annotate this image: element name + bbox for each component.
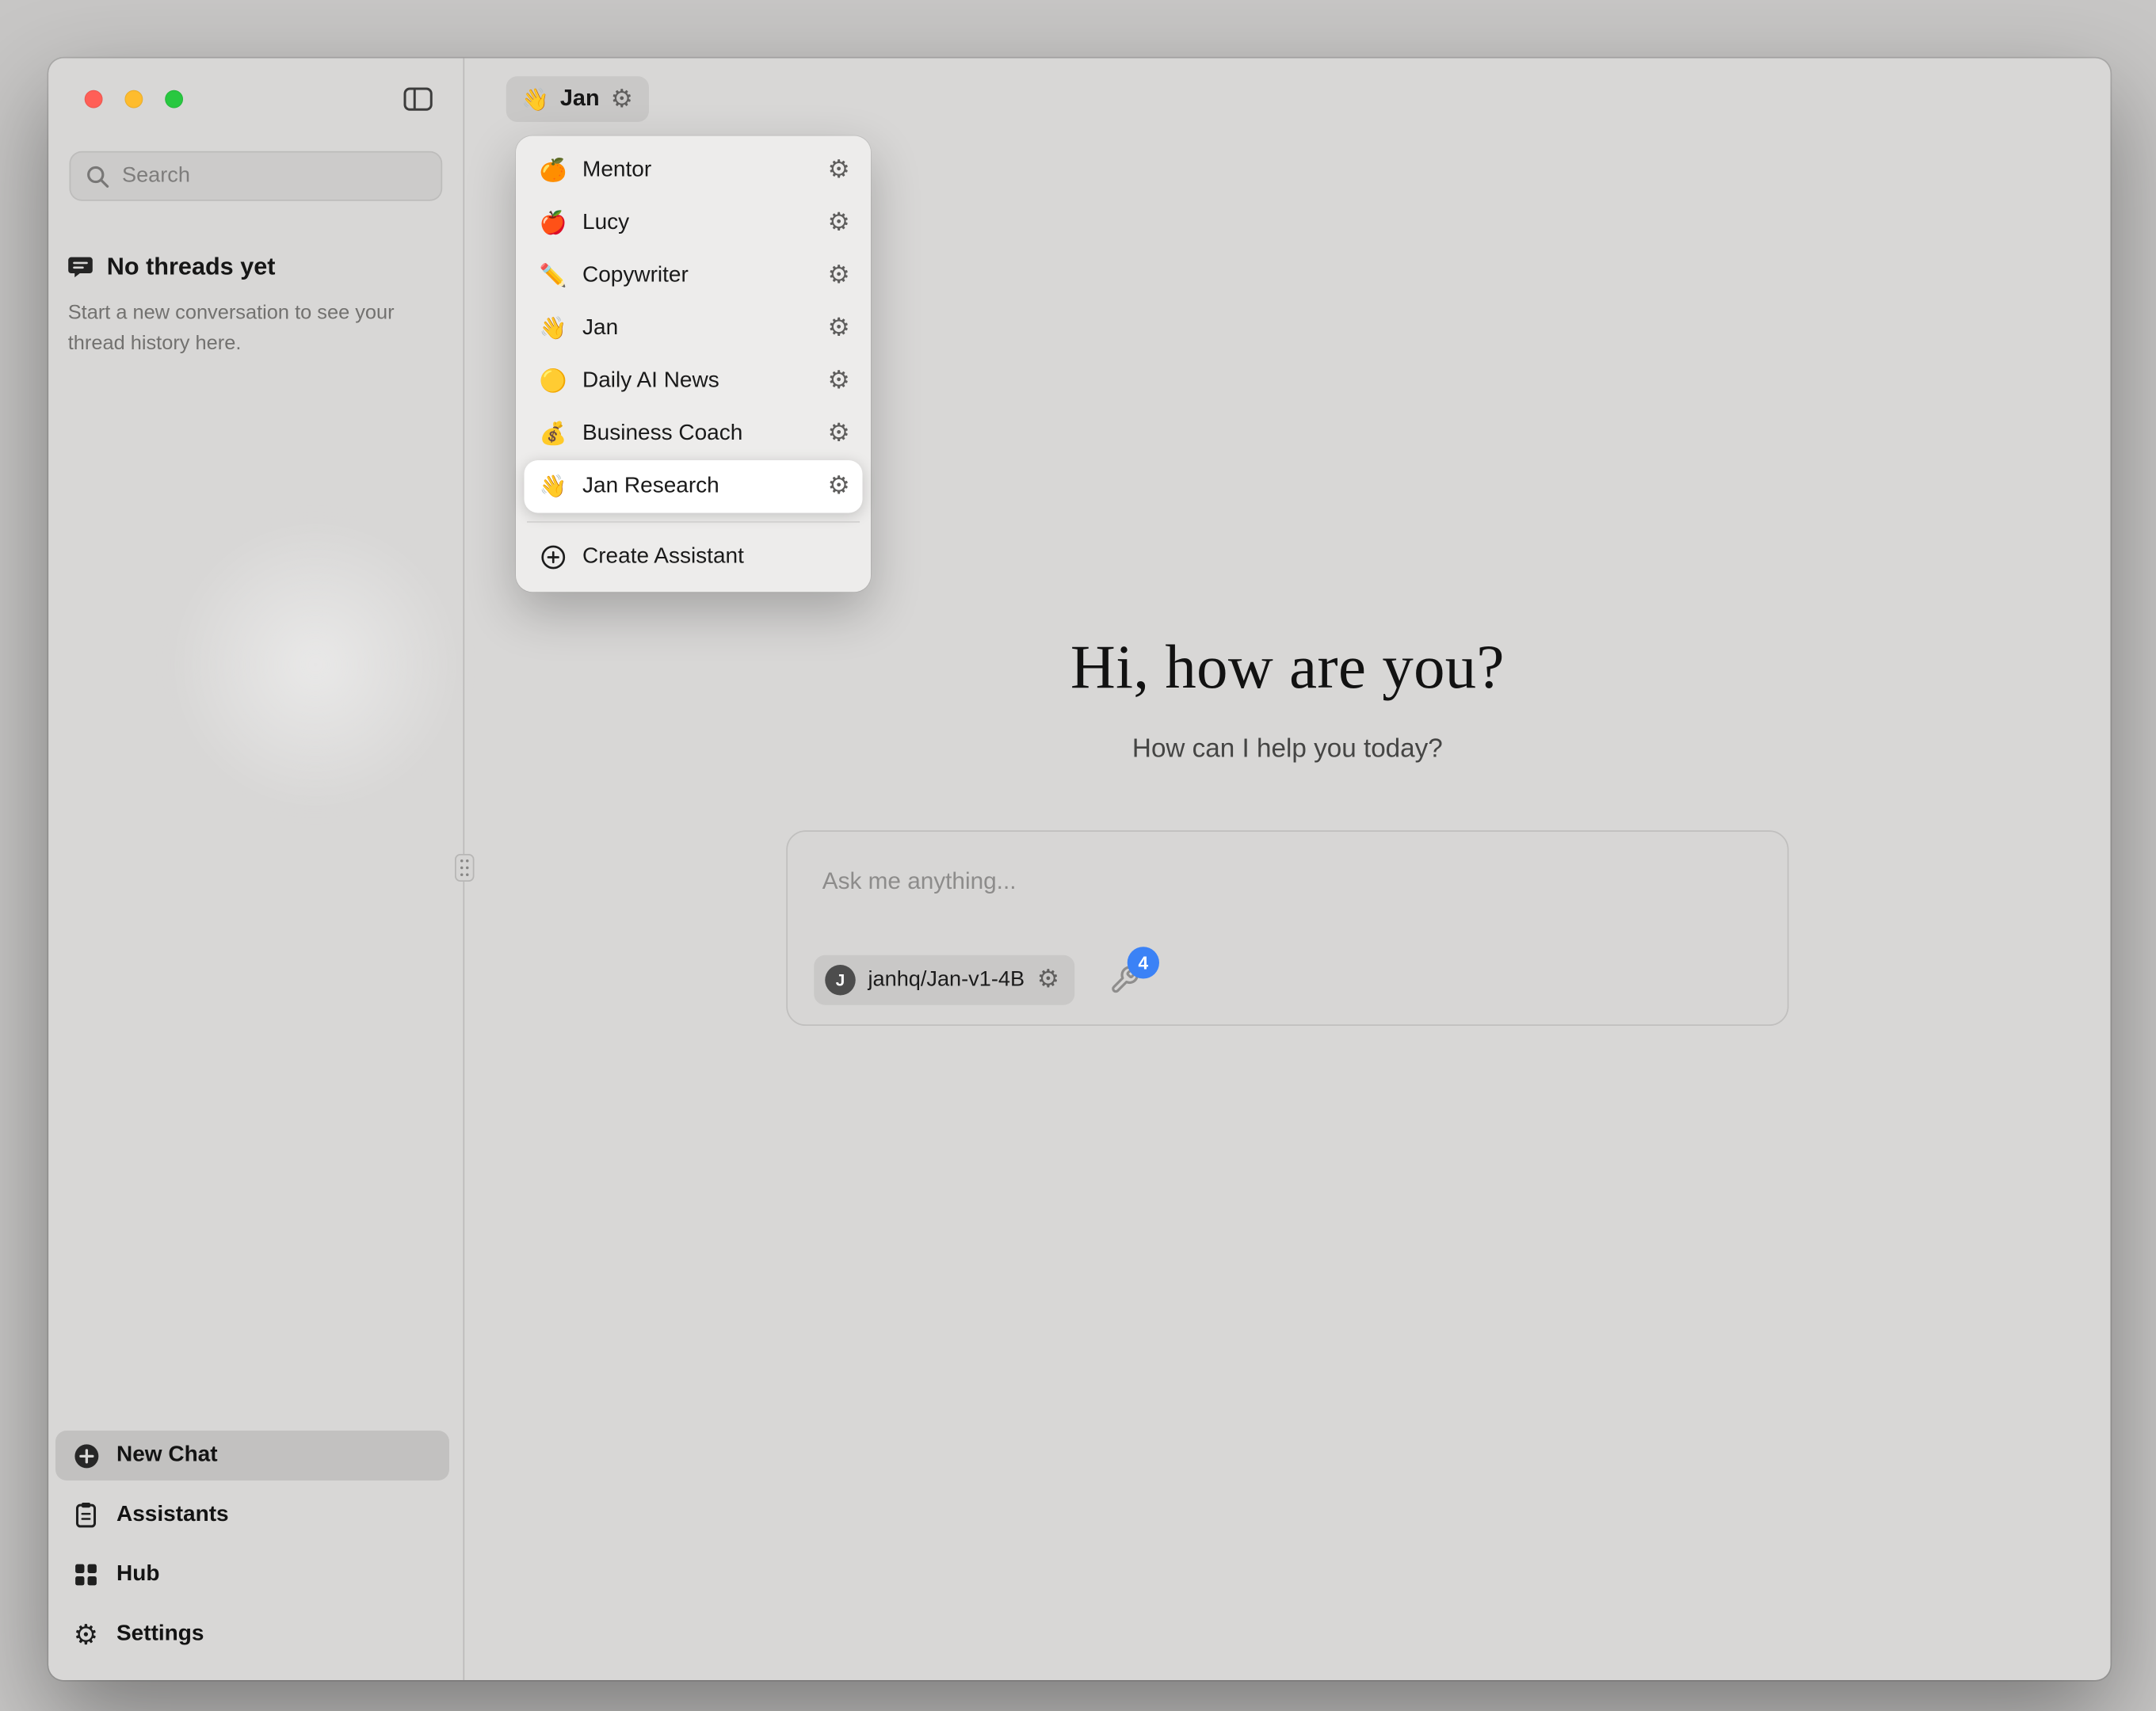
sidebar-item-label: Hub (116, 1562, 159, 1587)
assistant-emoji-icon: 👋 (521, 86, 549, 113)
app-window: No threads yet Start a new conversation … (48, 59, 2110, 1681)
plus-circle-icon (72, 1442, 100, 1469)
assistant-menu-item-label: Lucy (582, 211, 814, 236)
assistant-selector-chip[interactable]: 👋 Jan ⚙ (506, 76, 648, 122)
gear-icon[interactable]: ⚙ (828, 158, 850, 184)
sidebar-item-settings[interactable]: ⚙ Settings (55, 1610, 449, 1660)
gear-icon[interactable]: ⚙ (1037, 968, 1059, 993)
gear-icon[interactable]: ⚙ (611, 86, 633, 112)
assistant-menu-item-label: Copywriter (582, 264, 814, 289)
search-field[interactable] (70, 151, 443, 201)
sidebar-item-label: Assistants (116, 1503, 229, 1528)
sidebar-item-label: New Chat (116, 1443, 218, 1469)
model-avatar: J (825, 965, 856, 996)
chat-bubble-icon (67, 253, 94, 280)
assistant-menu-item[interactable]: ✏️ Copywriter ⚙ (525, 250, 863, 303)
search-icon (86, 164, 110, 188)
search-input[interactable] (122, 164, 425, 189)
assistant-menu-item-label: Jan (582, 316, 814, 341)
create-assistant-button[interactable]: Create Assistant (525, 531, 863, 584)
gear-icon[interactable]: ⚙ (828, 264, 850, 289)
assistant-menu-item[interactable]: 👋 Jan ⚙ (525, 303, 863, 356)
assistant-menu-item[interactable]: 🍎 Lucy ⚙ (525, 197, 863, 250)
gear-icon[interactable]: ⚙ (828, 211, 850, 236)
main-area: 👋 Jan ⚙ 🍊 Mentor ⚙ 🍎 Lucy ⚙ ✏️ Copywrite… (464, 59, 2110, 1681)
assistant-emoji-icon: ✏️ (538, 262, 569, 290)
tools-count-badge: 4 (1128, 947, 1159, 978)
greeting-subtitle: How can I help you today? (464, 735, 2110, 766)
assistant-emoji-icon: 💰 (538, 420, 569, 448)
grid-icon (72, 1562, 100, 1587)
empty-state-description: Start a new conversation to see your thr… (68, 299, 410, 360)
sidebar-nav: New Chat Assistants (55, 1431, 449, 1660)
gear-icon[interactable]: ⚙ (828, 369, 850, 394)
minimize-button[interactable] (125, 90, 143, 108)
chat-composer[interactable]: J janhq/Jan-v1-4B ⚙ 4 (786, 830, 1788, 1026)
sidebar-toggle-icon[interactable] (403, 86, 433, 110)
assistant-menu-item-selected[interactable]: 👋 Jan Research ⚙ (525, 460, 863, 513)
assistant-emoji-icon: 🍎 (538, 209, 569, 237)
greeting-title: Hi, how are you? (464, 631, 2110, 703)
sidebar: No threads yet Start a new conversation … (48, 59, 464, 1681)
gear-icon: ⚙ (72, 1621, 100, 1648)
close-button[interactable] (85, 90, 103, 108)
welcome-section: Hi, how are you? How can I help you toda… (464, 631, 2110, 1026)
window-controls (85, 90, 183, 108)
assistant-dropdown-menu: 🍊 Mentor ⚙ 🍎 Lucy ⚙ ✏️ Copywriter ⚙ 👋 Ja… (516, 136, 871, 593)
threads-empty-state: No threads yet Start a new conversation … (67, 253, 442, 360)
model-name: janhq/Jan-v1-4B (868, 968, 1025, 993)
assistant-emoji-icon: 👋 (538, 473, 569, 501)
zoom-button[interactable] (165, 90, 183, 108)
menu-divider (527, 521, 860, 523)
assistant-menu-item[interactable]: 🍊 Mentor ⚙ (525, 144, 863, 197)
assistant-chip-label: Jan (560, 86, 600, 112)
assistant-emoji-icon: 🍊 (538, 157, 569, 185)
titlebar (48, 59, 463, 139)
tools-button[interactable]: 4 (1108, 963, 1141, 996)
plus-circle-outline-icon (538, 545, 569, 570)
assistant-menu-item-label: Mentor (582, 158, 814, 184)
model-selector-chip[interactable]: J janhq/Jan-v1-4B ⚙ (814, 955, 1074, 1005)
gear-icon[interactable]: ⚙ (828, 316, 850, 341)
gear-icon[interactable]: ⚙ (828, 474, 850, 500)
sidebar-item-hub[interactable]: Hub (55, 1550, 449, 1600)
composer-toolbar: J janhq/Jan-v1-4B ⚙ 4 (814, 955, 1141, 1005)
assistant-menu-item-label: Daily AI News (582, 369, 814, 394)
assistant-menu-item-label: Business Coach (582, 421, 814, 447)
chat-input[interactable] (822, 868, 1753, 896)
assistant-menu-item[interactable]: 🟡 Daily AI News ⚙ (525, 355, 863, 408)
assistant-emoji-icon: 🟡 (538, 368, 569, 395)
sidebar-resize-handle[interactable] (455, 854, 475, 882)
sidebar-item-assistants[interactable]: Assistants (55, 1490, 449, 1540)
empty-state-title: No threads yet (107, 253, 276, 282)
desktop: No threads yet Start a new conversation … (0, 0, 2156, 1711)
assistant-menu-item-label: Jan Research (582, 474, 814, 500)
create-assistant-label: Create Assistant (582, 545, 850, 570)
assistant-emoji-icon: 👋 (538, 314, 569, 342)
gear-icon[interactable]: ⚙ (828, 421, 850, 447)
decorative-blob (166, 516, 464, 814)
sidebar-item-label: Settings (116, 1622, 204, 1648)
sidebar-item-new-chat[interactable]: New Chat (55, 1431, 449, 1480)
clipboard-icon (72, 1501, 100, 1529)
assistant-menu-item[interactable]: 💰 Business Coach ⚙ (525, 408, 863, 461)
